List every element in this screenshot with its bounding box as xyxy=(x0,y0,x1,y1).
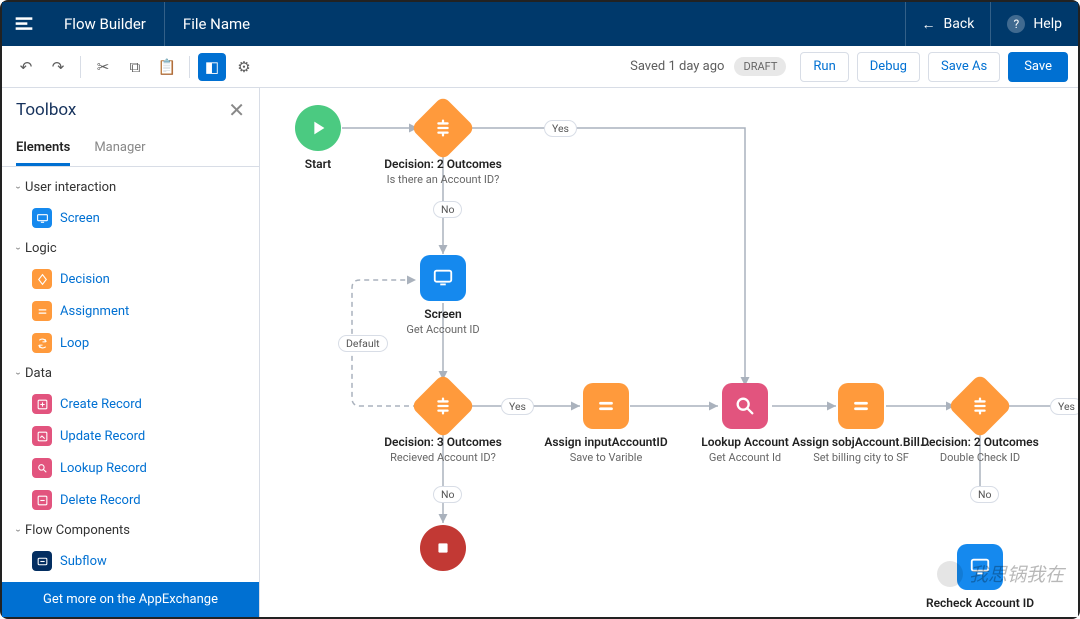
settings-button[interactable]: ⚙ xyxy=(230,53,258,81)
sidebar-item[interactable]: Subflow xyxy=(2,545,259,577)
node-start[interactable]: Start xyxy=(260,105,388,173)
sidebar-item[interactable]: Update Record xyxy=(2,420,259,452)
sidebar-item[interactable]: Assignment xyxy=(2,295,259,327)
assign-icon xyxy=(32,301,52,321)
node-screen-1[interactable]: Screen Get Account ID xyxy=(373,255,513,337)
wechat-icon xyxy=(937,561,963,587)
help-button[interactable]: ?Help xyxy=(990,2,1078,46)
paste-button[interactable]: 📋 xyxy=(153,53,181,81)
loop-icon xyxy=(32,333,52,353)
sidebar-item[interactable]: Lookup Record xyxy=(2,452,259,484)
chevron-down-icon: › xyxy=(12,186,23,189)
close-icon[interactable]: ✕ xyxy=(228,98,245,122)
sidebar-group[interactable]: ›Flow Components xyxy=(2,516,259,545)
redo-button[interactable]: ↷ xyxy=(44,53,72,81)
chevron-down-icon: › xyxy=(12,529,23,532)
node-decision-2[interactable]: Decision: 3 Outcomes Recieved Account ID… xyxy=(373,383,513,465)
sidebar-group[interactable]: ›Data xyxy=(2,359,259,388)
sidebar-item[interactable]: Delete Record xyxy=(2,484,259,516)
undo-button[interactable]: ↶ xyxy=(12,53,40,81)
edge-label: Default xyxy=(338,335,388,352)
watermark: 我思锅我在 xyxy=(937,560,1064,587)
file-name[interactable]: File Name xyxy=(165,15,268,33)
edge-label: No xyxy=(433,486,462,503)
chevron-down-icon: › xyxy=(12,247,23,250)
sidebar-item[interactable]: Screen xyxy=(2,202,259,234)
edge-label: No xyxy=(433,201,462,218)
layout-toggle-button[interactable]: ◧ xyxy=(198,53,226,81)
sidebar-item[interactable]: Create Record xyxy=(2,388,259,420)
save-status: Saved 1 day ago xyxy=(630,59,724,74)
tab-manager[interactable]: Manager xyxy=(94,132,145,166)
draft-badge: DRAFT xyxy=(734,57,786,76)
decision-icon xyxy=(32,269,52,289)
run-button[interactable]: Run xyxy=(800,52,848,82)
help-icon: ? xyxy=(1007,15,1025,33)
edge-label: No xyxy=(970,486,999,503)
edge-label: Yes xyxy=(544,120,577,137)
edge-label: Yes xyxy=(501,398,534,415)
sidebar-title: Toolbox xyxy=(16,100,228,120)
node-decision-3[interactable]: Decision: 2 Outcomes Double Check ID xyxy=(910,383,1050,465)
copy-button[interactable]: ⧉ xyxy=(121,53,149,81)
save-as-button[interactable]: Save As xyxy=(928,52,1000,82)
sidebar-group[interactable]: ›Logic xyxy=(2,234,259,263)
create-icon xyxy=(32,394,52,414)
edge-label: Yes xyxy=(1050,398,1078,415)
node-stop[interactable] xyxy=(373,525,513,577)
appexchange-link[interactable]: Get more on the AppExchange xyxy=(2,582,259,617)
chevron-down-icon: › xyxy=(12,372,23,375)
node-decision-1[interactable]: Decision: 2 Outcomes Is there an Account… xyxy=(373,105,513,187)
lookup-icon xyxy=(32,458,52,478)
update-icon xyxy=(32,426,52,446)
sidebar-group[interactable]: ›User interaction xyxy=(2,173,259,202)
back-button[interactable]: ←Back xyxy=(905,2,991,46)
app-title: Flow Builder xyxy=(46,2,165,46)
node-assign-1[interactable]: Assign inputAccountID Save to Varible xyxy=(536,383,676,465)
cut-button[interactable]: ✂ xyxy=(89,53,117,81)
sidebar-item[interactable]: Decision xyxy=(2,263,259,295)
screen-icon xyxy=(32,208,52,228)
app-logo xyxy=(2,2,46,46)
delete-icon xyxy=(32,490,52,510)
sidebar: Toolbox ✕ Elements Manager ›User interac… xyxy=(2,88,260,617)
app-header: Flow Builder File Name ←Back ?Help xyxy=(2,2,1078,46)
sidebar-item[interactable]: Loop xyxy=(2,327,259,359)
toolbar: ↶ ↷ ✂ ⧉ 📋 ◧ ⚙ Saved 1 day ago DRAFT Run … xyxy=(2,46,1078,88)
debug-button[interactable]: Debug xyxy=(857,52,920,82)
arrow-left-icon: ← xyxy=(922,16,936,33)
tab-elements[interactable]: Elements xyxy=(16,132,70,166)
canvas[interactable]: Start Decision: 2 Outcomes Is there an A… xyxy=(260,88,1078,617)
save-button[interactable]: Save xyxy=(1008,52,1068,82)
subflow-icon xyxy=(32,551,52,571)
